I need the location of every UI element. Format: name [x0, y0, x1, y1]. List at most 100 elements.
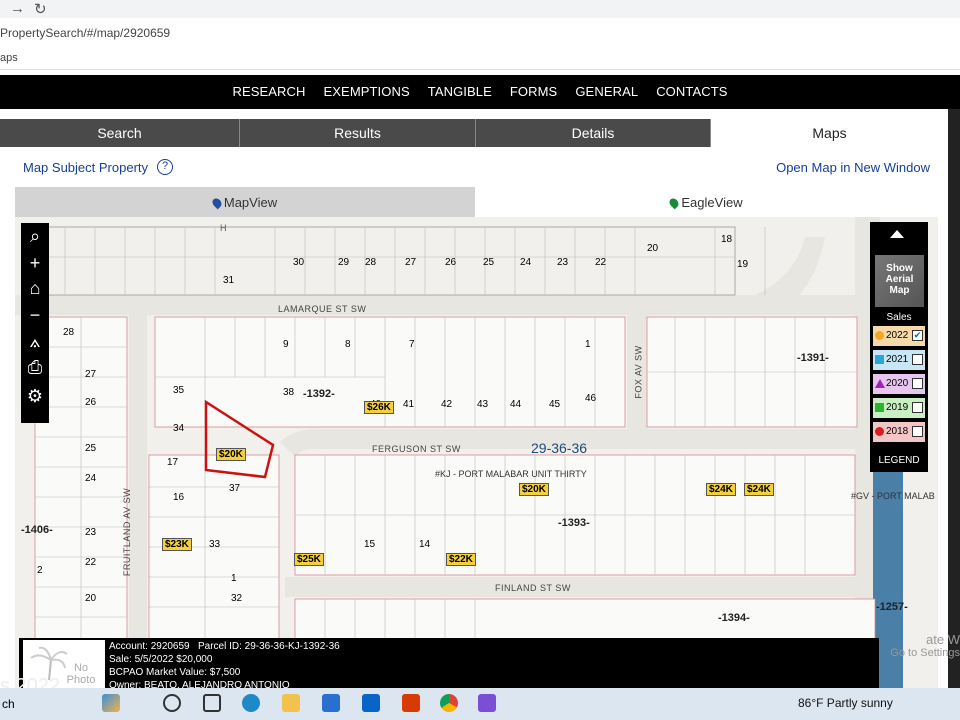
checkbox[interactable]	[912, 402, 923, 413]
activate-windows-watermark: ate W Go to Settings	[890, 632, 960, 659]
lot-number: 20	[85, 593, 97, 604]
year-toggle-2018[interactable]: 2018	[873, 422, 925, 442]
address-bar[interactable]: PropertySearch/#/map/2920659	[0, 18, 960, 48]
parcel-map[interactable]: H LAMARQUE ST SW FERGUSON ST SW FINLAND …	[15, 217, 938, 688]
zoom-in-icon[interactable]: +	[21, 250, 49, 276]
year-toggle-2019[interactable]: 2019	[873, 398, 925, 418]
map-subject-property-link[interactable]: Map Subject Property	[23, 160, 148, 175]
tab-mapview[interactable]: MapView	[15, 187, 475, 217]
bookmark-item[interactable]: aps	[0, 52, 18, 64]
sale-marker[interactable]: $24K	[744, 483, 774, 496]
menu-tangible[interactable]: TANGIBLE	[428, 84, 492, 109]
sale-text: Sale: 5/5/2022 $20,000	[109, 654, 213, 665]
tab-results[interactable]: Results	[240, 119, 476, 147]
sale-price: $20K	[522, 484, 546, 495]
lot-number: 28	[365, 257, 377, 268]
chrome-icon[interactable]	[440, 694, 458, 712]
sale-marker[interactable]: $20K	[519, 483, 549, 496]
lot-number: 1	[585, 339, 591, 350]
sale-marker[interactable]: $22K	[446, 553, 476, 566]
lot-number: 14	[419, 539, 431, 550]
sale-marker[interactable]: $23K	[162, 538, 192, 551]
lot-number: 23	[557, 257, 569, 268]
lot-number: 31	[223, 275, 235, 286]
checkbox[interactable]	[912, 426, 923, 437]
block-label-1391: -1391-	[797, 352, 829, 364]
tab-search[interactable]: Search	[0, 119, 240, 147]
legend-label[interactable]: LEGEND	[870, 455, 928, 466]
print-icon[interactable]: ⎙	[21, 354, 49, 380]
section-tabs: Search Results Details Maps	[0, 119, 948, 147]
office-icon[interactable]	[402, 694, 420, 712]
lot-number: 16	[173, 492, 185, 503]
app-icon[interactable]	[478, 694, 496, 712]
menu-research[interactable]: RESEARCH	[232, 84, 305, 109]
lot-number: 24	[85, 473, 97, 484]
search-icon[interactable]: ⌕	[21, 223, 49, 249]
parcel-map-canvas[interactable]	[15, 217, 938, 688]
sale-marker[interactable]: $26K	[364, 401, 394, 414]
lot-number: 24	[520, 257, 532, 268]
lot-number: 46	[585, 393, 597, 404]
year-toggle-2021[interactable]: 2021	[873, 350, 925, 370]
checkbox-checked[interactable]: ✔	[912, 330, 923, 341]
tab-eagleview-label: EagleView	[681, 195, 743, 210]
year-label: 2018	[886, 426, 909, 437]
sale-price: $20K	[219, 449, 243, 460]
home-icon[interactable]: ⌂	[21, 275, 49, 301]
lot-number: 27	[85, 369, 97, 380]
show-aerial-map-button[interactable]: Show Aerial Map	[875, 255, 924, 307]
pentagon-marker-icon	[875, 403, 884, 412]
finland-road	[285, 577, 875, 597]
menu-forms[interactable]: FORMS	[510, 84, 557, 109]
menu-contacts[interactable]: CONTACTS	[656, 84, 727, 109]
reload-icon[interactable]: ↻	[34, 0, 47, 18]
menu-exemptions[interactable]: EXEMPTIONS	[324, 84, 410, 109]
zoom-out-icon[interactable]: −	[21, 302, 49, 328]
parcel-details: Account: 2920659 Parcel ID: 29-36-36-KJ-…	[109, 640, 340, 692]
sale-price: $26K	[367, 402, 391, 413]
account-text: Account: 2920659	[109, 641, 190, 652]
checkbox[interactable]	[912, 354, 923, 365]
gear-icon[interactable]: ⚙	[21, 383, 49, 409]
lot-number: 42	[441, 399, 453, 410]
mail-icon[interactable]	[362, 694, 380, 712]
block-label-1393: -1393-	[558, 517, 590, 529]
open-map-new-window-link[interactable]: Open Map in New Window	[776, 160, 930, 175]
help-icon[interactable]: ?	[157, 159, 173, 175]
sale-marker[interactable]: $25K	[294, 553, 324, 566]
tab-details[interactable]: Details	[476, 119, 711, 147]
forward-icon[interactable]: →	[10, 0, 25, 17]
task-view-icon[interactable]	[203, 694, 221, 712]
watermark-line-2: Go to Settings	[890, 647, 960, 659]
store-icon[interactable]	[322, 694, 340, 712]
lot-number: 44	[510, 399, 522, 410]
map-legend-panel: Show Aerial Map Sales 2022 ✔ 2021 2020 20…	[870, 222, 928, 472]
lot-number: 22	[595, 257, 607, 268]
chevron-up-icon[interactable]	[890, 230, 904, 238]
lot-number: 28	[63, 327, 75, 338]
lot-number: 2	[37, 565, 43, 576]
sale-price: $24K	[747, 484, 771, 495]
sale-marker[interactable]: $24K	[706, 483, 736, 496]
browser-nav-bar: → ↻	[0, 0, 960, 18]
menu-general[interactable]: GENERAL	[575, 84, 638, 109]
street-label-lamarque: LAMARQUE ST SW	[278, 304, 367, 314]
sale-marker-subject[interactable]: $20K	[216, 448, 246, 461]
parcel-info-box: No Photo Account: 2920659 Parcel ID: 29-…	[19, 638, 879, 691]
lot-number: 41	[403, 399, 415, 410]
lot-number: 18	[721, 234, 733, 245]
year-toggle-2022[interactable]: 2022 ✔	[873, 326, 925, 346]
weather-text[interactable]: 86°F Partly sunny	[798, 696, 893, 710]
year-toggle-2020[interactable]: 2020	[873, 374, 925, 394]
weather-widget-icon[interactable]	[102, 694, 120, 712]
file-explorer-icon[interactable]	[282, 694, 300, 712]
tab-maps[interactable]: Maps	[711, 119, 948, 147]
edge-icon[interactable]	[242, 694, 260, 712]
measure-icon[interactable]: ⟑	[21, 328, 49, 354]
search-box-fragment[interactable]: ch	[2, 697, 15, 711]
tab-eagleview[interactable]: EagleView	[475, 187, 938, 217]
map-view-tabs: MapView EagleView	[15, 187, 938, 217]
search-icon[interactable]	[163, 694, 181, 712]
checkbox[interactable]	[912, 378, 923, 389]
